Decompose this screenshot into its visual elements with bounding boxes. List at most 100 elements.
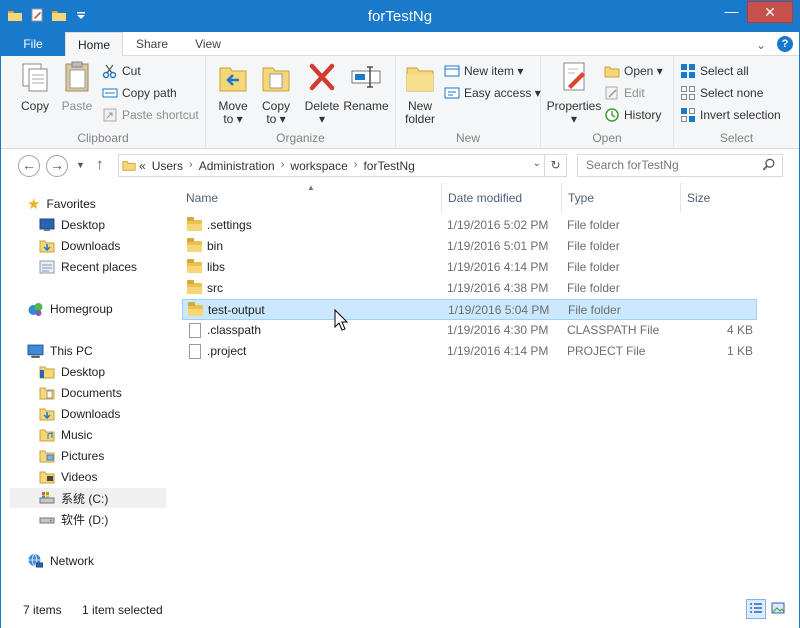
breadcrumb-separator-icon[interactable]: › xyxy=(354,159,358,173)
file-date-modified: 1/19/2016 5:01 PM xyxy=(447,239,549,253)
breadcrumb-administration[interactable]: Administration xyxy=(199,159,275,173)
clipboard-group-label: Clipboard xyxy=(77,131,129,145)
tab-share[interactable]: Share xyxy=(125,32,179,56)
breadcrumb-users[interactable]: Users xyxy=(152,159,183,173)
nav-pc-drive-c[interactable]: 系统 (C:) xyxy=(10,488,166,508)
open-button[interactable]: Open ▾ xyxy=(604,62,663,80)
search-box[interactable] xyxy=(577,154,783,177)
easy-access-button[interactable]: Easy access ▾ xyxy=(444,84,541,102)
ribbon-tabs: File Home Share View ⌄ ? xyxy=(1,32,799,57)
copy-to-button[interactable]: Copy to ▾ xyxy=(254,60,298,126)
edit-label: Edit xyxy=(624,86,645,100)
file-row[interactable]: .project 1/19/2016 4:14 PM PROJECT File 1 K… xyxy=(182,341,757,362)
breadcrumb-fortestng[interactable]: forTestNg xyxy=(363,159,414,173)
ribbon: Copy Paste Cut Copy path Paste shortcut … xyxy=(1,56,799,149)
nav-pc-pictures[interactable]: Pictures xyxy=(39,446,104,466)
nav-pc-desktop-label: Desktop xyxy=(61,365,106,379)
nav-pc-downloads-label: Downloads xyxy=(61,407,121,421)
nav-pc-videos[interactable]: Videos xyxy=(39,467,97,487)
refresh-button[interactable]: ↻ xyxy=(544,155,566,176)
address-dropdown-chevron-icon[interactable]: ⌄ xyxy=(533,158,541,169)
window-title: forTestNg xyxy=(367,8,433,25)
nav-network-label: Network xyxy=(50,554,95,568)
close-button[interactable]: ✕ xyxy=(747,1,793,23)
nav-pc-documents[interactable]: Documents xyxy=(39,383,122,403)
help-icon[interactable]: ? xyxy=(777,36,793,52)
tab-home[interactable]: Home xyxy=(65,32,123,57)
nav-pc-drive-d[interactable]: 软件 (D:) xyxy=(39,509,108,529)
organize-group-label: Organize xyxy=(276,131,325,145)
file-row[interactable]: libs 1/19/2016 4:14 PM File folder xyxy=(182,257,757,278)
nav-favorites[interactable]: ★ Favorites xyxy=(27,194,96,214)
file-row[interactable]: .settings 1/19/2016 5:02 PM File folder xyxy=(182,215,757,236)
nav-fav-downloads[interactable]: Downloads xyxy=(39,236,120,256)
minimize-button[interactable]: — xyxy=(718,1,745,23)
nav-pc-desktop[interactable]: Desktop xyxy=(39,362,105,382)
large-icons-view-button[interactable] xyxy=(768,599,788,619)
copy-label: Copy xyxy=(20,99,49,113)
minimize-ribbon-chevron-icon[interactable]: ⌄ xyxy=(756,38,766,52)
file-row[interactable]: src 1/19/2016 4:38 PM File folder xyxy=(182,278,757,299)
cut-label: Cut xyxy=(122,64,141,78)
copy-path-button[interactable]: Copy path xyxy=(102,84,177,102)
details-view-button[interactable] xyxy=(746,599,766,619)
file-row[interactable]: test-output 1/19/2016 5:04 PM File folder xyxy=(182,299,757,320)
delete-button[interactable]: Delete ▾ xyxy=(300,60,344,126)
copy-button[interactable]: Copy xyxy=(13,60,57,113)
new-folder-icon[interactable] xyxy=(51,7,67,23)
select-none-button[interactable]: Select none xyxy=(680,84,763,102)
customize-toolbar-chevron-icon[interactable] xyxy=(73,7,89,23)
invert-selection-button[interactable]: Invert selection xyxy=(680,106,781,124)
cut-button[interactable]: Cut xyxy=(102,62,141,80)
nav-fav-downloads-label: Downloads xyxy=(61,239,121,253)
address-bar[interactable]: « Users › Administration › workspace › f… xyxy=(118,154,567,177)
paste-shortcut-icon xyxy=(103,108,117,122)
nav-pc-music[interactable]: Music xyxy=(39,425,92,445)
paste-shortcut-button[interactable]: Paste shortcut xyxy=(102,106,199,124)
file-row[interactable]: bin 1/19/2016 5:01 PM File folder xyxy=(182,236,757,257)
column-header-date-modified[interactable]: Date modified xyxy=(441,183,561,213)
edit-button[interactable]: Edit xyxy=(604,84,645,102)
nav-homegroup[interactable]: Homegroup xyxy=(27,299,113,319)
tab-file[interactable]: File xyxy=(1,32,65,56)
nav-fav-desktop[interactable]: Desktop xyxy=(39,215,105,235)
new-item-button[interactable]: New item ▾ xyxy=(444,62,523,80)
delete-x-icon xyxy=(309,63,335,91)
rename-button[interactable]: Rename xyxy=(342,60,390,113)
select-all-label: Select all xyxy=(700,64,749,78)
properties-button[interactable]: Properties ▾ xyxy=(545,60,603,126)
column-header-type[interactable]: Type xyxy=(561,183,680,213)
open-label: Open ▾ xyxy=(624,64,663,78)
search-input[interactable] xyxy=(586,158,756,172)
properties-icon[interactable] xyxy=(29,7,45,23)
column-header-size[interactable]: Size xyxy=(680,183,760,213)
breadcrumb-overflow[interactable]: « xyxy=(139,159,146,173)
file-name: src xyxy=(207,281,223,295)
nav-pc-pictures-label: Pictures xyxy=(61,449,105,463)
nav-this-pc[interactable]: This PC xyxy=(27,341,93,361)
forward-button[interactable]: → xyxy=(46,155,68,177)
edit-icon xyxy=(605,86,618,100)
drive-icon xyxy=(39,517,55,524)
search-icon[interactable] xyxy=(762,158,776,172)
tab-view[interactable]: View xyxy=(181,32,235,56)
nav-fav-recent-places[interactable]: Recent places xyxy=(39,257,137,277)
breadcrumb-separator-icon[interactable]: › xyxy=(281,159,285,173)
file-row[interactable]: .classpath 1/19/2016 4:30 PM CLASSPATH Fil… xyxy=(182,320,757,341)
paste-button[interactable]: Paste xyxy=(57,60,97,113)
nav-pc-downloads[interactable]: Downloads xyxy=(39,404,120,424)
new-folder-button[interactable]: New folder xyxy=(400,60,440,126)
recent-locations-chevron-icon[interactable]: ▼ xyxy=(76,160,85,170)
nav-network[interactable]: Network xyxy=(27,551,94,571)
select-all-button[interactable]: Select all xyxy=(680,62,749,80)
up-arrow-icon[interactable]: ↑ xyxy=(96,156,104,173)
file-date-modified: 1/19/2016 4:38 PM xyxy=(447,281,549,295)
breadcrumb-workspace[interactable]: workspace xyxy=(290,159,347,173)
back-button[interactable]: ← xyxy=(18,155,40,177)
column-header-name[interactable]: Name xyxy=(180,183,442,213)
breadcrumb-separator-icon[interactable]: › xyxy=(189,159,193,173)
easy-access-icon xyxy=(444,87,460,99)
move-to-button[interactable]: Move to ▾ xyxy=(212,60,254,126)
history-button[interactable]: History xyxy=(604,106,661,124)
copy-to-icon xyxy=(262,67,290,92)
